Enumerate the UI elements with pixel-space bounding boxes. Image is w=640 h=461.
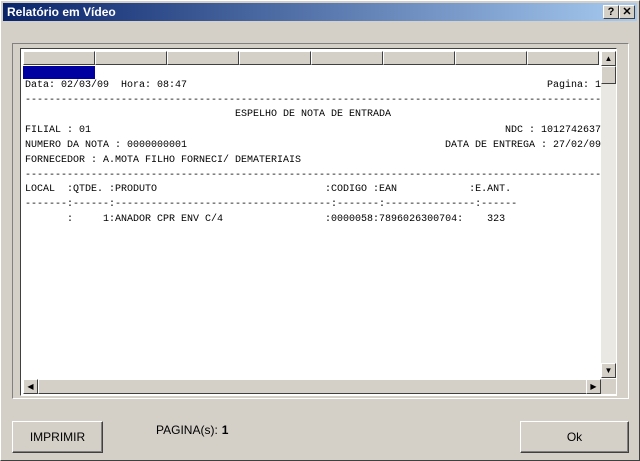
scroll-down-button[interactable]: ▼ xyxy=(601,363,616,378)
page-count-label: PAGINA(s): xyxy=(156,423,218,437)
report-date-time: Data: 02/03/09 Hora: 08:47 xyxy=(25,80,188,91)
scroll-up-button[interactable]: ▲ xyxy=(601,51,616,66)
report-heading: ESPELHO DE NOTA DE ENTRADA xyxy=(234,109,392,120)
horizontal-scrollbar[interactable]: ◀ ▶ xyxy=(23,379,601,394)
scroll-right-button[interactable]: ▶ xyxy=(586,379,601,394)
page-marker xyxy=(23,66,95,79)
data-entrega-field: DATA DE ENTREGA : 27/02/09 xyxy=(444,140,601,151)
page-count-value: 1 xyxy=(221,423,229,437)
scrollbar-corner xyxy=(601,379,616,394)
arrow-right-icon: ▶ xyxy=(590,382,597,391)
column-header: LOCAL :QTDE. :PRODUTO :CODIGO :EAN :E.AN… xyxy=(25,184,512,195)
ruler-cell xyxy=(311,51,383,65)
numero-nota-field: NUMERO DA NOTA : 0000000001 xyxy=(25,140,188,151)
ruler-cell xyxy=(455,51,527,65)
print-button[interactable]: IMPRIMIR xyxy=(12,421,103,453)
vertical-scrollbar[interactable]: ▲ ▼ xyxy=(601,51,616,378)
ruler-cell xyxy=(527,51,599,65)
window-title: Relatório em Vídeo xyxy=(7,5,116,19)
page-count: PAGINA(s): 1 xyxy=(156,423,228,437)
close-icon: ✕ xyxy=(622,6,632,18)
ruler-cell xyxy=(95,51,167,65)
report-page-number: Pagina: 1 xyxy=(546,80,601,91)
help-button[interactable]: ? xyxy=(603,5,619,19)
report-viewer[interactable]: Data: 02/03/09 Hora: 08:47 Pagina: 1 ---… xyxy=(20,48,617,396)
arrow-down-icon: ▼ xyxy=(604,366,613,375)
filial-field: FILIAL : 01 xyxy=(25,125,92,136)
title-bar[interactable]: Relatório em Vídeo ? ✕ xyxy=(3,3,637,21)
ruler-cell xyxy=(167,51,239,65)
horizontal-scroll-thumb[interactable] xyxy=(38,379,593,394)
ruler-cell xyxy=(23,51,95,65)
table-row: : 1:ANADOR CPR ENV C/4 :0000058:78960263… xyxy=(25,214,506,225)
ruler-cell xyxy=(239,51,311,65)
fornecedor-field: FORNECEDOR : A.MOTA FILHO FORNECI/ DEMAT… xyxy=(25,155,302,166)
column-rule: -------:------:-------------------------… xyxy=(25,199,518,210)
report-window: Relatório em Vídeo ? ✕ Data: 02/03/09 Ho… xyxy=(0,0,640,461)
close-button[interactable]: ✕ xyxy=(619,5,635,19)
page-ruler xyxy=(23,51,599,65)
scroll-left-button[interactable]: ◀ xyxy=(23,379,38,394)
ndc-field: NDC : 1012742637 xyxy=(504,125,601,136)
arrow-up-icon: ▲ xyxy=(604,54,613,63)
ok-button[interactable]: Ok xyxy=(520,421,629,453)
vertical-scroll-thumb[interactable] xyxy=(601,66,616,84)
arrow-left-icon: ◀ xyxy=(27,382,34,391)
report-content: Data: 02/03/09 Hora: 08:47 Pagina: 1 ---… xyxy=(25,79,601,379)
ruler-cell xyxy=(383,51,455,65)
